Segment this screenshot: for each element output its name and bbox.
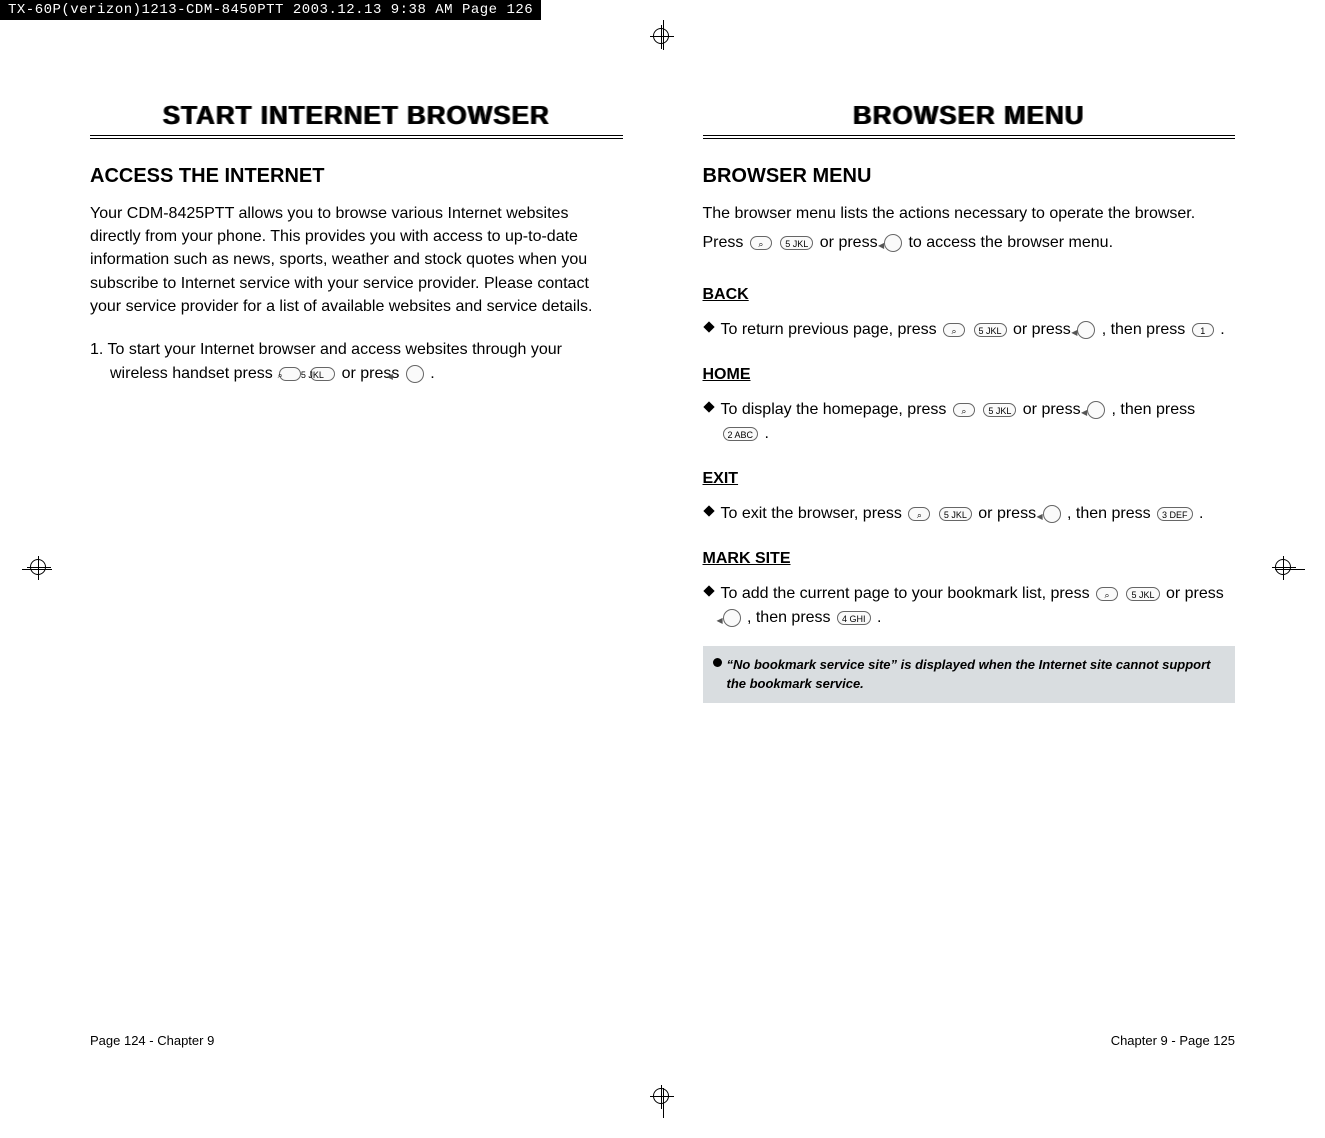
- intro-b2: or press: [820, 234, 882, 251]
- exit-bullet: To exit the browser, press ⌕ 5 JKL or pr…: [703, 502, 1236, 526]
- softkey-icon: ⌕: [908, 507, 930, 521]
- right-intro-line2: Press ⌕ 5 JKL or press to access the bro…: [703, 231, 1236, 254]
- diamond-bullet-icon: [703, 506, 714, 517]
- back-d: .: [1220, 321, 1224, 338]
- back-bullet: To return previous page, press ⌕ 5 JKL o…: [703, 318, 1236, 342]
- softkey-icon: ⌕: [943, 323, 965, 337]
- mark-a: To add the current page to your bookmark…: [721, 585, 1095, 602]
- subheading-home: HOME: [703, 366, 1236, 384]
- mark-b: or press: [1166, 585, 1224, 602]
- back-a: To return previous page, press: [721, 321, 942, 338]
- home-c: , then press: [1111, 401, 1195, 418]
- home-b: or press: [1023, 401, 1085, 418]
- subheading-back: BACK: [703, 286, 1236, 304]
- bullet-dot-icon: [713, 658, 722, 667]
- left-footer: Page 124 - Chapter 9: [90, 993, 623, 1048]
- step1-text-b: or press: [342, 365, 404, 382]
- softkey-icon: ⌕: [279, 367, 301, 381]
- key-5-icon: 5 JKL: [1126, 587, 1159, 601]
- right-page: BROWSER MENU BROWSER MENU The browser me…: [703, 100, 1236, 1048]
- left-intro-paragraph: Your CDM-8425PTT allows you to browse va…: [90, 202, 623, 318]
- right-section-heading: BROWSER MENU: [703, 165, 1236, 188]
- key-5-icon: 5 JKL: [983, 403, 1016, 417]
- softkey-icon: ⌕: [1096, 587, 1118, 601]
- intro-b3: to access the browser menu.: [908, 234, 1113, 251]
- exit-c: , then press: [1067, 505, 1155, 522]
- nav-key-icon: [723, 609, 741, 627]
- nav-key-icon: [1077, 321, 1095, 339]
- note-box: “No bookmark service site” is displayed …: [703, 646, 1236, 702]
- key-4-icon: 4 GHI: [837, 611, 871, 625]
- subheading-mark-site: MARK SITE: [703, 550, 1236, 568]
- mark-d: .: [877, 609, 881, 626]
- left-page: START INTERNET BROWSER ACCESS THE INTERN…: [90, 100, 623, 1048]
- pdf-header-strip: TX-60P(verizon)1213-CDM-8450PTT 2003.12.…: [0, 0, 541, 20]
- home-d: .: [764, 425, 768, 442]
- registration-mark-top: [653, 28, 673, 48]
- key-5-icon: 5 JKL: [974, 323, 1007, 337]
- home-bullet: To display the homepage, press ⌕ 5 JKL o…: [703, 398, 1236, 446]
- nav-key-icon: [1087, 401, 1105, 419]
- intro-b1: Press: [703, 234, 748, 251]
- key-2-icon: 2 ABC: [723, 427, 759, 441]
- nav-key-icon: [1043, 505, 1061, 523]
- registration-mark-bottom: [653, 1088, 673, 1108]
- home-a: To display the homepage, press: [721, 401, 951, 418]
- softkey-icon: ⌕: [953, 403, 975, 417]
- right-footer: Chapter 9 - Page 125: [703, 993, 1236, 1048]
- subheading-exit: EXIT: [703, 470, 1236, 488]
- exit-d: .: [1199, 505, 1203, 522]
- mark-bullet: To add the current page to your bookmark…: [703, 582, 1236, 630]
- diamond-bullet-icon: [703, 586, 714, 597]
- exit-b: or press: [978, 505, 1040, 522]
- diamond-bullet-icon: [703, 322, 714, 333]
- key-5-icon: 5 JKL: [310, 367, 336, 381]
- key-3-icon: 3 DEF: [1157, 507, 1193, 521]
- exit-a: To exit the browser, press: [721, 505, 907, 522]
- back-b: or press: [1013, 321, 1075, 338]
- page-spread: START INTERNET BROWSER ACCESS THE INTERN…: [90, 100, 1235, 1048]
- softkey-icon: ⌕: [750, 236, 772, 250]
- key-1-icon: 1: [1192, 323, 1214, 337]
- step1-text-c: .: [430, 365, 434, 382]
- registration-mark-left: [30, 559, 50, 579]
- key-5-icon: 5 JKL: [939, 507, 972, 521]
- left-page-title: START INTERNET BROWSER: [90, 100, 623, 139]
- right-intro-line1: The browser menu lists the actions neces…: [703, 202, 1236, 225]
- note-text: “No bookmark service site” is displayed …: [727, 657, 1211, 690]
- right-page-title: BROWSER MENU: [703, 100, 1236, 139]
- mark-c: , then press: [747, 609, 835, 626]
- diamond-bullet-icon: [703, 402, 714, 413]
- nav-key-icon: [406, 365, 424, 383]
- left-step-1: 1. To start your Internet browser and ac…: [90, 338, 623, 386]
- registration-mark-right: [1275, 559, 1295, 579]
- nav-key-icon: [884, 234, 902, 252]
- left-section-heading: ACCESS THE INTERNET: [90, 165, 623, 188]
- back-c: , then press: [1102, 321, 1190, 338]
- key-5-icon: 5 JKL: [780, 236, 813, 250]
